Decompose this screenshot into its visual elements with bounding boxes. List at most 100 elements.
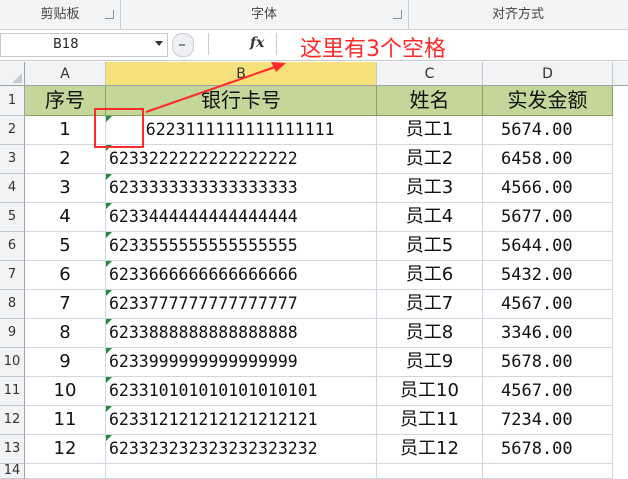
card-number-cell[interactable]: 6233666666666666666 (106, 261, 377, 290)
text-number-indicator-icon (106, 261, 112, 267)
amount-cell[interactable]: 3346.00 (483, 319, 613, 348)
column-header-c[interactable]: C (377, 62, 483, 86)
seq-cell[interactable]: 12 (25, 435, 106, 464)
name-cell[interactable]: 员工5 (377, 232, 483, 261)
text-number-indicator-icon (106, 145, 112, 151)
amount-cell[interactable]: 5644.00 (483, 232, 613, 261)
row-header[interactable]: 13 (0, 435, 25, 464)
card-number-cell[interactable]: 6233555555555555555 (106, 232, 377, 261)
amount-cell[interactable]: 4567.00 (483, 290, 613, 319)
card-number-cell[interactable]: 6233333333333333333 (106, 174, 377, 203)
header-card-number[interactable]: 银行卡号 (106, 86, 377, 116)
name-cell[interactable]: 员工8 (377, 319, 483, 348)
text-number-indicator-icon (106, 348, 112, 354)
divider (208, 33, 209, 55)
name-cell[interactable]: 员工3 (377, 174, 483, 203)
row-header[interactable]: 8 (0, 290, 25, 319)
amount-cell[interactable]: 6458.00 (483, 145, 613, 174)
column-header-e[interactable] (613, 62, 628, 86)
dialog-launcher-icon[interactable] (105, 10, 114, 19)
select-all-button[interactable] (0, 62, 25, 86)
row-header[interactable]: 5 (0, 203, 25, 232)
text-number-indicator-icon (106, 116, 112, 122)
ribbon-group-bar: 剪贴板 字体 对齐方式 (0, 0, 628, 30)
empty-cell[interactable] (483, 464, 613, 479)
ribbon-group-font[interactable]: 字体 (120, 0, 409, 29)
card-number-cell[interactable]: 6233777777777777777 (106, 290, 377, 319)
card-number-cell[interactable]: 6223111111111111111 (106, 116, 377, 145)
amount-cell[interactable]: 5432.00 (483, 261, 613, 290)
amount-cell[interactable]: 7234.00 (483, 406, 613, 435)
amount-cell[interactable]: 4566.00 (483, 174, 613, 203)
seq-cell[interactable]: 10 (25, 377, 106, 406)
name-cell[interactable]: 员工7 (377, 290, 483, 319)
card-number-cell[interactable]: 6233999999999999999 (106, 348, 377, 377)
row-header[interactable]: 9 (0, 319, 25, 348)
amount-cell[interactable]: 4567.00 (483, 377, 613, 406)
seq-cell[interactable]: 3 (25, 174, 106, 203)
amount-cell[interactable]: 5674.00 (483, 116, 613, 145)
row-header[interactable]: 11 (0, 377, 25, 406)
name-cell[interactable]: 员工6 (377, 261, 483, 290)
header-name[interactable]: 姓名 (377, 86, 483, 116)
name-cell[interactable]: 员工2 (377, 145, 483, 174)
dialog-launcher-icon[interactable] (393, 10, 402, 19)
seq-cell[interactable]: 11 (25, 406, 106, 435)
text-number-indicator-icon (106, 406, 112, 412)
row-header[interactable]: 14 (0, 464, 25, 479)
text-number-indicator-icon (106, 377, 112, 383)
row-header[interactable]: 3 (0, 145, 25, 174)
amount-cell[interactable]: 5677.00 (483, 203, 613, 232)
amount-cell[interactable]: 5678.00 (483, 435, 613, 464)
insert-function-icon[interactable]: fx (250, 35, 264, 51)
name-cell[interactable]: 员工4 (377, 203, 483, 232)
row-header[interactable]: 7 (0, 261, 25, 290)
row-header[interactable]: 10 (0, 348, 25, 377)
name-cell[interactable]: 员工12 (377, 435, 483, 464)
name-cell[interactable]: 员工9 (377, 348, 483, 377)
column-header-d[interactable]: D (483, 62, 613, 86)
ribbon-group-clipboard-label: 剪贴板 (40, 7, 80, 22)
seq-cell[interactable]: 2 (25, 145, 106, 174)
ribbon-group-alignment-label: 对齐方式 (491, 7, 544, 22)
card-number-cell[interactable]: 6233444444444444444 (106, 203, 377, 232)
chevron-down-icon[interactable] (155, 41, 163, 46)
name-cell[interactable]: 员工1 (377, 116, 483, 145)
row-header[interactable]: 12 (0, 406, 25, 435)
seq-cell[interactable]: 1 (25, 116, 106, 145)
seq-cell[interactable]: 8 (25, 319, 106, 348)
ribbon-group-alignment[interactable]: 对齐方式 (408, 0, 628, 29)
card-number-cell[interactable]: 623310101010101010101 (106, 377, 377, 406)
header-seq[interactable]: 序号 (25, 86, 106, 116)
seq-cell[interactable]: 6 (25, 261, 106, 290)
text-number-indicator-icon (106, 435, 112, 441)
name-cell[interactable]: 员工10 (377, 377, 483, 406)
card-number-cell[interactable]: 623312121212121212121 (106, 406, 377, 435)
seq-cell[interactable]: 9 (25, 348, 106, 377)
resize-handle-icon[interactable] (172, 33, 194, 57)
empty-cell[interactable] (25, 464, 106, 479)
text-number-indicator-icon (106, 232, 112, 238)
card-number-cell[interactable]: 6233888888888888888 (106, 319, 377, 348)
card-number-cell[interactable]: 6233222222222222222 (106, 145, 377, 174)
text-number-indicator-icon (106, 174, 112, 180)
empty-cell[interactable] (377, 464, 483, 479)
header-amount[interactable]: 实发金额 (483, 86, 613, 116)
ribbon-group-clipboard[interactable]: 剪贴板 (0, 0, 121, 29)
column-header-a[interactable]: A (25, 62, 106, 86)
text-number-indicator-icon (106, 290, 112, 296)
name-cell[interactable]: 员工11 (377, 406, 483, 435)
card-number-cell[interactable]: 623323232323232323232 (106, 435, 377, 464)
text-number-indicator-icon (106, 203, 112, 209)
row-header[interactable]: 2 (0, 116, 25, 145)
row-header[interactable]: 6 (0, 232, 25, 261)
seq-cell[interactable]: 7 (25, 290, 106, 319)
row-header[interactable]: 1 (0, 86, 25, 116)
name-box[interactable]: B18 (0, 33, 168, 57)
seq-cell[interactable]: 5 (25, 232, 106, 261)
column-header-b[interactable]: B (106, 62, 377, 86)
amount-cell[interactable]: 5678.00 (483, 348, 613, 377)
row-header[interactable]: 4 (0, 174, 25, 203)
seq-cell[interactable]: 4 (25, 203, 106, 232)
empty-cell[interactable] (106, 464, 377, 479)
